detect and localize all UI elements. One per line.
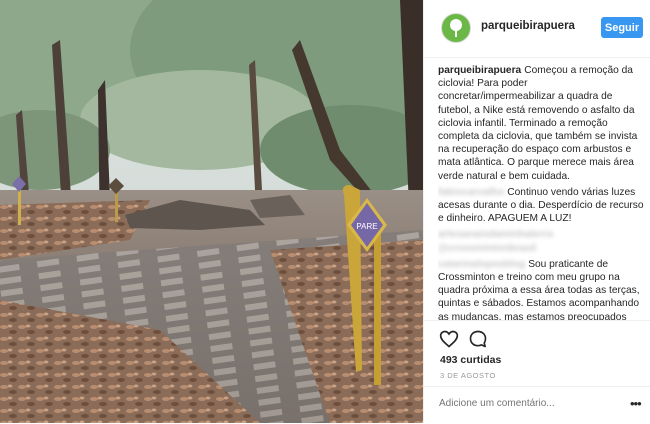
comment-text: Começou a remoção da ciclovia! Para pode… — [438, 65, 638, 182]
more-options-icon[interactable]: ••• — [630, 396, 642, 411]
comment-item: parqueibirapuera Começou a remoção da cic… — [438, 64, 644, 183]
comments-list: parqueibirapuera Começou a remoção da cic… — [438, 64, 644, 320]
username-link[interactable]: parqueibirapuera — [481, 20, 575, 32]
add-comment-input[interactable] — [439, 398, 599, 409]
park-scene-image: PARE — [0, 0, 423, 423]
comment-item: fabiocarvalho Continuo vendo várias luzes… — [438, 186, 644, 226]
stop-sign-text: PARE — [356, 222, 377, 231]
comment-username-blurred[interactable]: artesanaisdaminhaterra @crossmintonbrasi… — [438, 229, 553, 253]
heart-icon[interactable] — [439, 329, 459, 349]
comment-item: artesanaisdaminhaterra @crossmintonbrasi… — [438, 228, 644, 254]
avatar[interactable] — [441, 13, 471, 43]
comment-username[interactable]: parqueibirapuera — [438, 65, 521, 76]
comment-username-blurred[interactable]: catarinalopesblog — [438, 259, 525, 270]
comment-icon[interactable] — [468, 329, 488, 349]
comment-username-blurred[interactable]: fabiocarvalho — [438, 187, 504, 198]
post-photo[interactable]: PARE — [0, 0, 423, 423]
post-sidebar: parqueibirapuera Seguir parqueibirapuera… — [423, 0, 650, 423]
comment-item: catarinalopesblog Sou praticante de Cross… — [438, 258, 644, 320]
actions-divider — [424, 320, 650, 321]
tree-trunk — [455, 30, 457, 37]
likes-count[interactable]: 493 curtidas — [440, 354, 501, 366]
post-viewer: PARE parqueibirapuera Seguir parqueibira… — [0, 0, 650, 423]
follow-button[interactable]: Seguir — [601, 17, 643, 38]
post-header: parqueibirapuera Seguir — [424, 0, 650, 58]
post-date[interactable]: 3 de agosto — [440, 371, 496, 380]
